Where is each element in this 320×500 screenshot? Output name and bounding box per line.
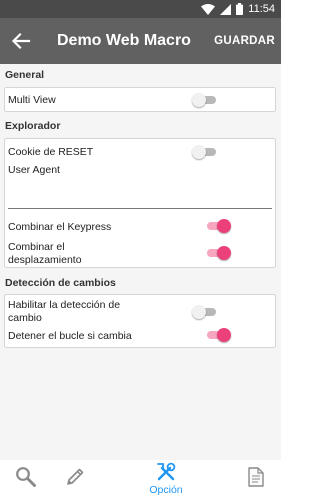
- section-title-explorador: Explorador: [5, 120, 61, 132]
- card-general: Multi View: [4, 87, 276, 112]
- combine-keypress-toggle[interactable]: [205, 219, 231, 233]
- bottom-nav: Opción: [0, 460, 281, 500]
- user-agent-label: User Agent: [8, 164, 60, 176]
- toggle-thumb: [192, 145, 206, 159]
- multi-view-label: Multi View: [8, 94, 56, 106]
- wifi-icon: [201, 3, 216, 15]
- toggle-thumb: [217, 219, 231, 233]
- user-agent-input[interactable]: [8, 191, 272, 209]
- card-explorador: Cookie de RESET User Agent Combinar el K…: [4, 138, 276, 268]
- toggle-thumb: [192, 93, 206, 107]
- status-time: 11:54: [248, 3, 275, 15]
- section-title-deteccion: Detección de cambios: [5, 277, 116, 289]
- arrow-back-icon: [11, 32, 31, 50]
- document-icon: [248, 467, 264, 487]
- signal-icon: [220, 3, 232, 15]
- battery-icon: [236, 3, 244, 15]
- nav-document[interactable]: [236, 460, 276, 500]
- nav-search[interactable]: [7, 460, 47, 500]
- page-title: Demo Web Macro: [57, 32, 191, 49]
- section-title-general: General: [5, 69, 45, 81]
- status-icons: 11:54: [201, 2, 275, 16]
- nav-edit[interactable]: [55, 460, 95, 500]
- settings-content: General Multi View Explorador Cookie de …: [0, 64, 281, 460]
- combine-keypress-label: Combinar el Keypress: [8, 221, 112, 233]
- enable-detection-toggle[interactable]: [192, 305, 218, 319]
- cookie-reset-toggle[interactable]: [192, 145, 218, 159]
- pencil-icon: [67, 468, 84, 485]
- nav-options[interactable]: Opción: [144, 460, 188, 500]
- enable-detection-label: Habilitar la detección de cambio: [8, 299, 121, 324]
- toggle-thumb: [217, 246, 231, 260]
- tools-icon: [157, 462, 176, 481]
- stop-loop-toggle[interactable]: [205, 328, 231, 342]
- status-bar: 11:54: [0, 0, 281, 18]
- search-icon: [16, 467, 36, 487]
- stop-loop-label: Detener el bucle si cambia: [8, 330, 132, 342]
- save-button[interactable]: GUARDAR: [214, 35, 275, 47]
- toggle-thumb: [217, 328, 231, 342]
- combine-scroll-label: Combinar el desplazamiento: [8, 241, 82, 266]
- toggle-thumb: [192, 305, 206, 319]
- app-bar: Demo Web Macro GUARDAR: [0, 18, 281, 64]
- back-button[interactable]: [10, 30, 32, 52]
- card-deteccion: Habilitar la detección de cambio Detener…: [4, 294, 276, 348]
- cookie-reset-label: Cookie de RESET: [8, 146, 94, 158]
- combine-scroll-toggle[interactable]: [205, 246, 231, 260]
- nav-options-label: Opción: [149, 484, 183, 496]
- multi-view-toggle[interactable]: [192, 93, 218, 107]
